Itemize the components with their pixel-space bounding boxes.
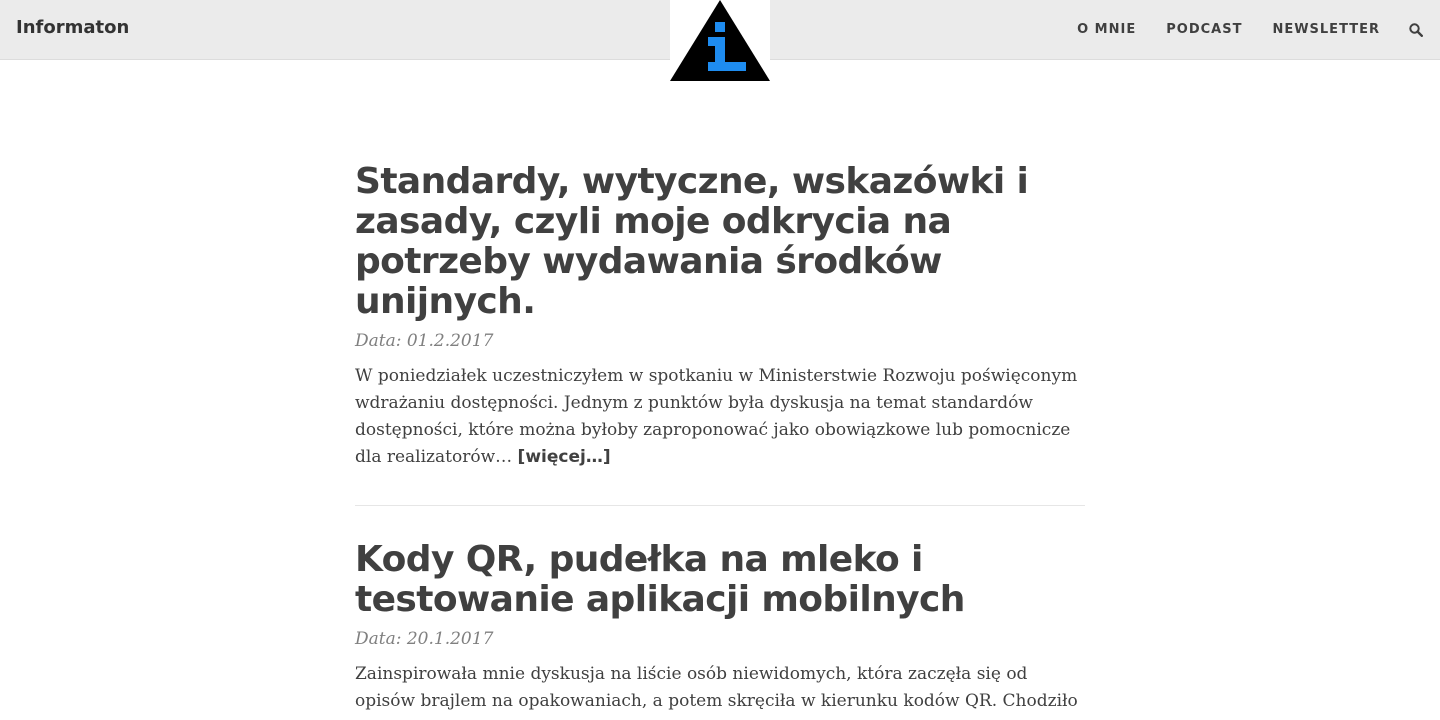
post-excerpt: Zainspirowała mnie dyskusja na liście os… [355,661,1085,720]
post-title: Kody QR, pudełka na mleko i testowanie a… [355,539,965,620]
site-logo[interactable] [670,0,770,84]
post-divider [355,505,1085,506]
navbar: Informaton O MNIE PODCAST NEWSLETTER [0,0,1440,84]
read-more-link[interactable]: [więcej…] [518,447,611,467]
nav-item-newsletter[interactable]: NEWSLETTER [1272,22,1380,37]
site-brand[interactable]: Informaton [16,17,129,38]
post-excerpt: W poniedziałek uczestniczyłem w spotkani… [355,363,1085,471]
post-excerpt-text: Zainspirowała mnie dyskusja na liście os… [355,664,1078,720]
post-date: Data: 01.2.2017 [355,331,494,351]
post-date: Data: 20.1.2017 [355,629,494,649]
nav-item-o-mnie[interactable]: O MNIE [1077,22,1136,37]
search-icon[interactable] [1409,23,1423,37]
post-title-link[interactable]: Kody QR, pudełka na mleko i testowanie a… [355,540,1085,620]
post-title: Standardy, wytyczne, wskazówki i zasady,… [355,161,1029,322]
logo-triangle-icon [670,0,770,81]
post-preview: Kody QR, pudełka na mleko i testowanie a… [355,540,1085,720]
nav-item-podcast[interactable]: PODCAST [1166,22,1242,37]
post-list: Standardy, wytyczne, wskazówki i zasady,… [355,162,1085,720]
post-preview: Standardy, wytyczne, wskazówki i zasady,… [355,162,1085,471]
post-title-link[interactable]: Standardy, wytyczne, wskazówki i zasady,… [355,162,1085,322]
post-excerpt-text: W poniedziałek uczestniczyłem w spotkani… [355,366,1078,467]
main-nav: O MNIE PODCAST NEWSLETTER [1047,22,1380,37]
